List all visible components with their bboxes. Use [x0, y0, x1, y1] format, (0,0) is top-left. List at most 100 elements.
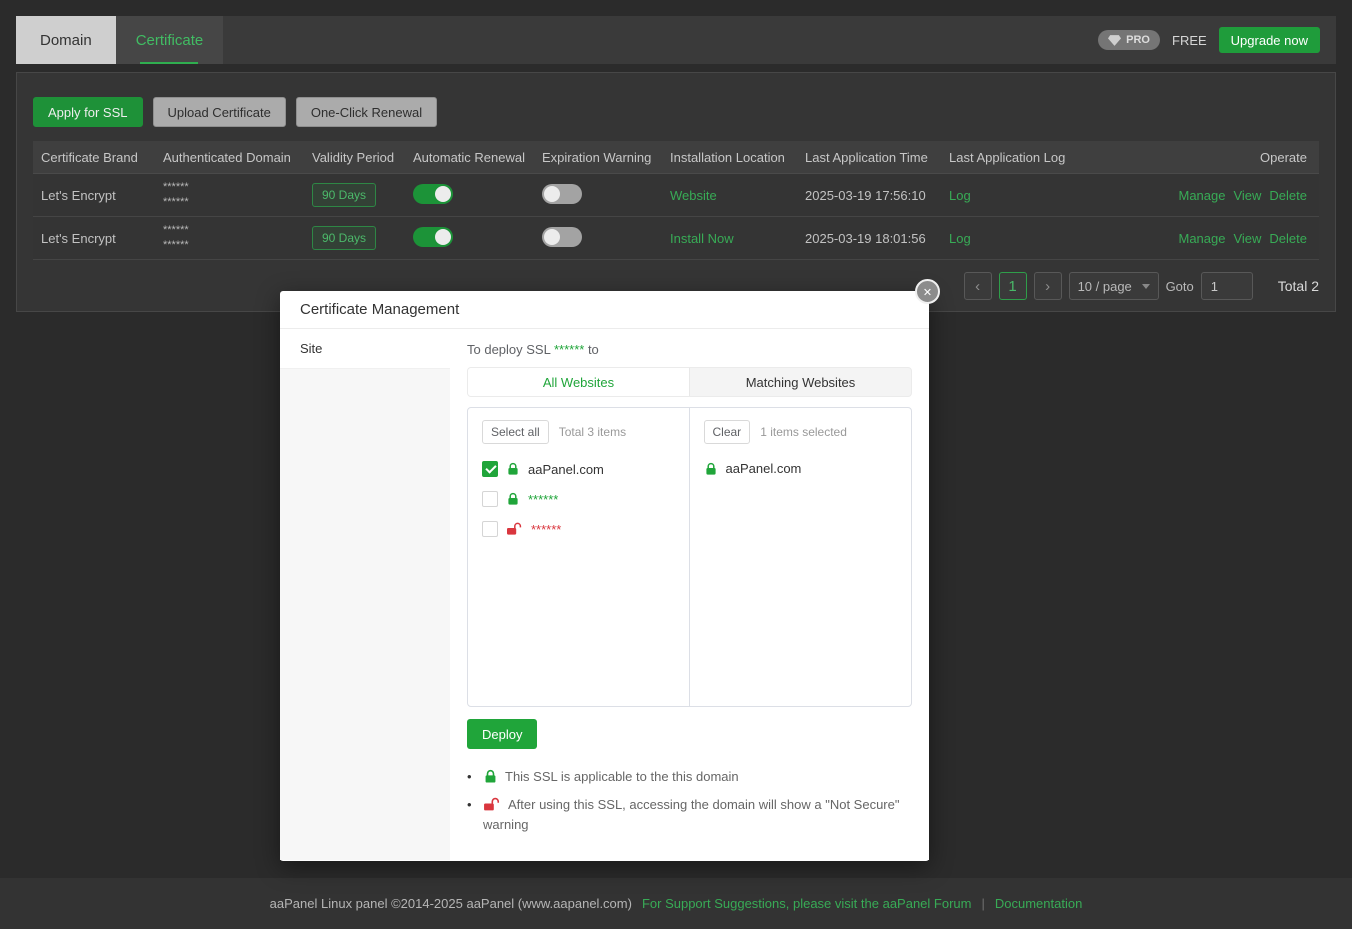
authenticated-domains: ****** ****** — [155, 223, 304, 253]
selected-count-label: 1 items selected — [760, 425, 847, 439]
col-operate: Operate — [1139, 150, 1319, 165]
clear-button[interactable]: Clear — [704, 420, 751, 444]
expiration-warning-toggle[interactable] — [542, 227, 582, 247]
certificate-management-modal: Certificate Management Site To deploy SS… — [280, 291, 929, 861]
view-link[interactable]: View — [1233, 188, 1261, 203]
page-tabs: Domain Certificate — [16, 16, 223, 64]
page-size-select[interactable]: 10 / page — [1069, 272, 1159, 300]
modal-close-button[interactable] — [915, 279, 940, 304]
auto-renewal-toggle[interactable] — [413, 227, 453, 247]
deploy-suffix: to — [584, 342, 598, 357]
modal-title: Certificate Management — [300, 301, 459, 318]
topbar-right: PRO FREE Upgrade now — [1098, 27, 1320, 53]
col-last-application-time: Last Application Time — [797, 150, 941, 165]
pro-badge: PRO — [1098, 30, 1160, 50]
install-location-link[interactable]: Website — [670, 188, 717, 203]
toggle-knob — [435, 229, 451, 245]
chevron-left-icon — [975, 278, 980, 295]
operate-cell: Manage View Delete — [1139, 188, 1319, 203]
col-certificate-brand: Certificate Brand — [33, 150, 155, 165]
toggle-knob — [544, 229, 560, 245]
next-page-button[interactable] — [1034, 272, 1062, 300]
table-row: Let's Encrypt ****** ****** 90 Days Webs… — [33, 174, 1319, 217]
modal-content: To deploy SSL ****** to All Websites Mat… — [450, 329, 929, 860]
note-insecure: After using this SSL, accessing the doma… — [467, 795, 912, 835]
tab-domain[interactable]: Domain — [16, 16, 116, 64]
goto-page-input[interactable] — [1201, 272, 1253, 300]
plan-label: FREE — [1172, 33, 1207, 48]
apply-ssl-button[interactable]: Apply for SSL — [33, 97, 143, 127]
one-click-renewal-button[interactable]: One-Click Renewal — [296, 97, 437, 127]
website-list-item: ****** — [468, 484, 689, 514]
cert-brand: Let's Encrypt — [33, 231, 155, 246]
manage-link[interactable]: Manage — [1178, 188, 1225, 203]
delete-link[interactable]: Delete — [1269, 188, 1307, 203]
table-header-row: Certificate Brand Authenticated Domain V… — [33, 141, 1319, 174]
page-footer: aaPanel Linux panel ©2014-2025 aaPanel (… — [0, 878, 1352, 929]
domain-line: ****** — [163, 223, 296, 238]
log-link[interactable]: Log — [949, 188, 971, 203]
page-size-value: 10 / page — [1078, 279, 1132, 294]
deploy-button[interactable]: Deploy — [467, 719, 537, 749]
col-authenticated-domain: Authenticated Domain — [155, 150, 304, 165]
upload-certificate-button[interactable]: Upload Certificate — [153, 97, 286, 127]
sidebar-item-site[interactable]: Site — [280, 329, 450, 369]
prev-page-button[interactable] — [964, 272, 992, 300]
auto-renewal-toggle[interactable] — [413, 184, 453, 204]
insecure-lock-icon — [506, 522, 523, 536]
view-link[interactable]: View — [1233, 231, 1261, 246]
log-link[interactable]: Log — [949, 231, 971, 246]
source-total-label: Total 3 items — [559, 425, 626, 439]
col-expiration-warning: Expiration Warning — [534, 150, 662, 165]
ssl-toolbar: Apply for SSL Upload Certificate One-Cli… — [17, 73, 1335, 141]
website-filter-tabs: All Websites Matching Websites — [467, 367, 912, 397]
select-all-button[interactable]: Select all — [482, 420, 549, 444]
chevron-right-icon — [1045, 278, 1050, 295]
website-label: aaPanel.com — [528, 462, 604, 477]
secure-lock-icon — [704, 462, 718, 476]
website-transfer-list: Select all Total 3 items aaPanel.com — [467, 407, 912, 707]
footer-separator: | — [981, 896, 984, 911]
deploy-target-line: To deploy SSL ****** to — [467, 342, 912, 357]
website-checkbox[interactable] — [482, 521, 498, 537]
page-number-button[interactable]: 1 — [999, 272, 1027, 300]
secure-lock-icon — [506, 462, 520, 476]
toggle-knob — [544, 186, 560, 202]
install-location-link[interactable]: Install Now — [670, 231, 734, 246]
modal-header: Certificate Management — [280, 291, 929, 329]
tab-matching-websites[interactable]: Matching Websites — [690, 368, 911, 396]
last-application-time: 2025-03-19 18:01:56 — [797, 231, 941, 246]
gem-icon — [1108, 35, 1121, 46]
domain-line: ****** — [163, 195, 296, 210]
source-pane: Select all Total 3 items aaPanel.com — [468, 408, 690, 706]
website-checkbox[interactable] — [482, 491, 498, 507]
goto-label: Goto — [1166, 279, 1194, 294]
insecure-lock-icon — [483, 797, 501, 812]
pro-badge-label: PRO — [1126, 34, 1150, 46]
documentation-link[interactable]: Documentation — [995, 896, 1082, 911]
secure-lock-icon — [506, 492, 520, 506]
website-list-item: ****** — [468, 514, 689, 544]
authenticated-domains: ****** ****** — [155, 180, 304, 210]
tab-all-websites[interactable]: All Websites — [468, 368, 690, 396]
website-checkbox[interactable] — [482, 461, 498, 477]
forum-link[interactable]: For Support Suggestions, please visit th… — [642, 896, 972, 911]
website-label: ****** — [528, 492, 558, 507]
toggle-knob — [435, 186, 451, 202]
top-tab-bar: Domain Certificate PRO FREE Upgrade now — [16, 16, 1336, 64]
domain-line: ****** — [163, 238, 296, 253]
note-secure: This SSL is applicable to the this domai… — [467, 767, 912, 787]
col-last-application-log: Last Application Log — [941, 150, 1139, 165]
manage-link[interactable]: Manage — [1178, 231, 1225, 246]
tab-certificate[interactable]: Certificate — [116, 16, 224, 64]
delete-link[interactable]: Delete — [1269, 231, 1307, 246]
source-pane-header: Select all Total 3 items — [468, 408, 689, 454]
close-icon — [923, 284, 932, 299]
total-count: Total 2 — [1278, 278, 1319, 294]
expiration-warning-toggle[interactable] — [542, 184, 582, 204]
modal-body: Site To deploy SSL ****** to All Website… — [280, 329, 929, 860]
col-installation-location: Installation Location — [662, 150, 797, 165]
upgrade-now-button[interactable]: Upgrade now — [1219, 27, 1320, 53]
website-label: ****** — [531, 522, 561, 537]
note-text: This SSL is applicable to the this domai… — [505, 769, 739, 784]
